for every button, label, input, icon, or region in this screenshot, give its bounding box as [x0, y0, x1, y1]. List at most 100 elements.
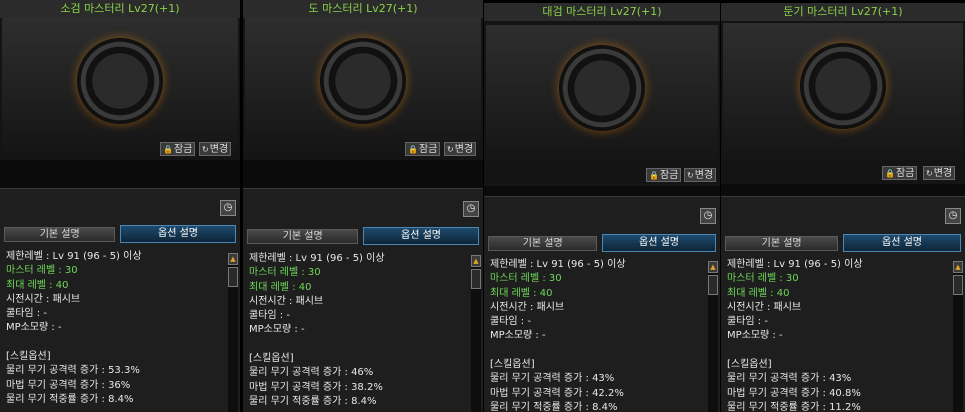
lock-button[interactable]: 🔒잠금 [160, 142, 196, 156]
req-level: 제한레벨 : Lv 91 (96 - 5) 이상 [727, 259, 863, 270]
option-content: 제한레벨 : Lv 91 (96 - 5) 이상 마스터 레벨 : 30 최대 … [6, 250, 222, 412]
change-button[interactable]: ↻변경 [923, 166, 956, 180]
tab-option-description[interactable]: 옵션 설명 [602, 234, 716, 252]
max-level: 최대 레벨 : 40 [727, 287, 790, 299]
cooldown: 쿨타임 : - [490, 316, 531, 328]
skill-preview [245, 18, 481, 158]
master-level: 마스터 레벨 : 30 [6, 265, 78, 277]
scroll-thumb[interactable] [471, 269, 481, 289]
cast-time: 시전시간 : 패시브 [6, 293, 81, 305]
description-area: ◷ 기본 설명 옵션 설명 제한레벨 : Lv 91 (96 - 5) 이상 마… [721, 196, 965, 412]
option-content: 제한레벨 : Lv 91 (96 - 5) 이상 마스터 레벨 : 30 최대 … [490, 258, 702, 412]
tab-basic-description[interactable]: 기본 설명 [247, 229, 359, 244]
lock-button[interactable]: 🔒잠금 [405, 142, 441, 156]
cast-time: 시전시간 : 패시브 [249, 295, 324, 307]
skill-title: 둔기 마스터리 Lv27(+1) [721, 3, 965, 21]
cast-time: 시전시간 : 패시브 [490, 301, 565, 313]
tab-bar: 기본 설명 옵션 설명 [247, 227, 479, 245]
skill-title: 소검 마스터리 Lv27(+1) [0, 0, 240, 18]
lock-icon: 🔒 [649, 171, 659, 180]
max-level: 최대 레벨 : 40 [6, 279, 69, 291]
skill-option-header: [스킬옵션] [6, 351, 51, 363]
scrollbar[interactable]: ▲ [708, 261, 718, 412]
mag-atk-stat: 마법 무기 공격력 증가 : 38.2% [249, 381, 383, 393]
master-level: 마스터 레벨 : 30 [727, 273, 799, 285]
scroll-up-icon[interactable]: ▲ [953, 261, 963, 273]
option-content: 제한레벨 : Lv 91 (96 - 5) 이상 마스터 레벨 : 30 최대 … [727, 258, 947, 412]
scroll-up-icon[interactable]: ▲ [228, 253, 238, 265]
lock-icon: 🔒 [163, 145, 173, 154]
lock-button[interactable]: 🔒잠금 [882, 166, 918, 180]
change-button[interactable]: ↻변경 [684, 168, 717, 182]
scroll-up-icon[interactable]: ▲ [471, 255, 481, 267]
lock-button[interactable]: 🔒잠금 [646, 168, 682, 182]
mp-cost: MP소모량 : - [6, 322, 62, 334]
hit-rate-stat: 물리 무기 적중률 증가 : 11.2% [727, 401, 861, 412]
change-button[interactable]: ↻변경 [444, 142, 477, 156]
description-area: ◷ 기본 설명 옵션 설명 제한레벨 : Lv 91 (96 - 5) 이상 마… [243, 188, 483, 412]
scrollbar[interactable]: ▲ [953, 261, 963, 412]
skill-title: 도 마스터리 Lv27(+1) [243, 0, 483, 18]
scroll-thumb[interactable] [228, 267, 238, 287]
tab-option-description[interactable]: 옵션 설명 [363, 227, 479, 245]
mp-cost: MP소모량 : - [249, 324, 305, 336]
clock-icon[interactable]: ◷ [220, 200, 236, 216]
phys-atk-stat: 물리 무기 공격력 증가 : 43% [727, 373, 852, 385]
req-level: 제한레벨 : Lv 91 (96 - 5) 이상 [490, 259, 626, 270]
scroll-up-icon[interactable]: ▲ [708, 261, 718, 273]
mag-atk-stat: 마법 무기 공격력 증가 : 36% [6, 379, 131, 391]
master-level: 마스터 레벨 : 30 [490, 273, 562, 285]
phys-atk-stat: 물리 무기 공격력 증가 : 46% [249, 367, 374, 379]
hit-rate-stat: 물리 무기 적중률 증가 : 8.4% [490, 401, 618, 412]
refresh-icon: ↻ [926, 169, 933, 178]
clock-icon[interactable]: ◷ [700, 208, 716, 224]
max-level: 최대 레벨 : 40 [249, 281, 312, 293]
description-area: ◷ 기본 설명 옵션 설명 제한레벨 : Lv 91 (96 - 5) 이상 마… [0, 188, 240, 412]
divider [721, 184, 965, 196]
scrollbar[interactable]: ▲ [228, 253, 238, 412]
mag-atk-stat: 마법 무기 공격력 증가 : 40.8% [727, 387, 861, 399]
emblem-gear-icon [77, 38, 163, 124]
skill-option-header: [스킬옵션] [490, 359, 535, 371]
hit-rate-stat: 물리 무기 적중률 증가 : 8.4% [6, 393, 134, 405]
tab-option-description[interactable]: 옵션 설명 [120, 225, 236, 243]
lock-icon: 🔒 [885, 169, 895, 178]
skill-panel-short-sword: 소검 마스터리 Lv27(+1) 🔒잠금 ↻변경 ◷ 기본 설명 옵션 설명 제… [0, 0, 240, 412]
change-button[interactable]: ↻변경 [199, 142, 232, 156]
tab-bar: 기본 설명 옵션 설명 [725, 234, 961, 252]
tab-option-description[interactable]: 옵션 설명 [843, 234, 961, 252]
tab-bar: 기본 설명 옵션 설명 [4, 225, 236, 243]
tab-basic-description[interactable]: 기본 설명 [488, 236, 598, 251]
clock-icon[interactable]: ◷ [463, 201, 479, 217]
skill-preview [723, 23, 963, 163]
scrollbar[interactable]: ▲ [471, 255, 481, 412]
option-content: 제한레벨 : Lv 91 (96 - 5) 이상 마스터 레벨 : 30 최대 … [249, 252, 465, 412]
mp-cost: MP소모량 : - [727, 330, 783, 342]
cooldown: 쿨타임 : - [727, 316, 768, 328]
emblem-gear-icon [559, 45, 645, 131]
skill-panel-blade: 도 마스터리 Lv27(+1) 🔒잠금 ↻변경 ◷ 기본 설명 옵션 설명 제한… [243, 0, 483, 412]
tab-basic-description[interactable]: 기본 설명 [725, 236, 839, 251]
divider [243, 160, 483, 188]
max-level: 최대 레벨 : 40 [490, 287, 553, 299]
skill-preview [486, 25, 718, 165]
scroll-thumb[interactable] [708, 275, 718, 295]
mp-cost: MP소모량 : - [490, 330, 546, 342]
description-area: ◷ 기본 설명 옵션 설명 제한레벨 : Lv 91 (96 - 5) 이상 마… [484, 196, 720, 412]
clock-icon[interactable]: ◷ [945, 208, 961, 224]
divider [484, 186, 720, 196]
skill-option-header: [스킬옵션] [249, 353, 294, 365]
cast-time: 시전시간 : 패시브 [727, 301, 802, 313]
emblem-gear-icon [800, 43, 886, 129]
mag-atk-stat: 마법 무기 공격력 증가 : 42.2% [490, 387, 624, 399]
scroll-thumb[interactable] [953, 275, 963, 295]
hit-rate-stat: 물리 무기 적중률 증가 : 8.4% [249, 395, 377, 407]
req-level: 제한레벨 : Lv 91 (96 - 5) 이상 [249, 253, 385, 264]
master-level: 마스터 레벨 : 30 [249, 267, 321, 279]
refresh-icon: ↻ [687, 171, 694, 180]
req-level: 제한레벨 : Lv 91 (96 - 5) 이상 [6, 251, 142, 262]
phys-atk-stat: 물리 무기 공격력 증가 : 43% [490, 373, 615, 385]
tab-basic-description[interactable]: 기본 설명 [4, 227, 116, 242]
tab-bar: 기본 설명 옵션 설명 [488, 234, 716, 252]
cooldown: 쿨타임 : - [249, 310, 290, 322]
